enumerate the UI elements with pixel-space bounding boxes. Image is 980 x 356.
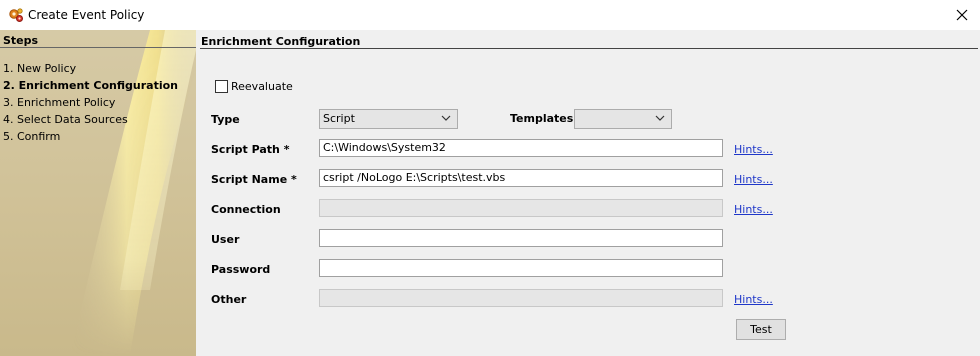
step-confirm: 5. Confirm xyxy=(3,130,61,143)
type-select-value: Script xyxy=(323,112,355,125)
connection-label: Connection xyxy=(211,203,281,216)
script-path-input[interactable]: C:\Windows\System32 xyxy=(319,139,723,157)
steps-divider xyxy=(0,47,196,48)
step-enrichment-policy: 3. Enrichment Policy xyxy=(3,96,116,109)
step-enrichment-configuration: 2. Enrichment Configuration xyxy=(3,79,178,92)
close-button[interactable] xyxy=(950,3,974,27)
step-new-policy: 1. New Policy xyxy=(3,62,77,75)
script-name-hints-link[interactable]: Hints... xyxy=(734,173,773,186)
script-name-label: Script Name * xyxy=(211,173,297,186)
reevaluate-checkbox[interactable] xyxy=(215,80,228,93)
connection-input xyxy=(319,199,723,217)
script-name-input[interactable]: csript /NoLogo E:\Scripts\test.vbs xyxy=(319,169,723,187)
gear-cluster-icon xyxy=(8,7,24,23)
script-path-hints-link[interactable]: Hints... xyxy=(734,143,773,156)
chevron-down-icon xyxy=(441,115,451,121)
type-label: Type xyxy=(211,113,240,126)
close-icon xyxy=(956,9,968,21)
steps-sidebar: Steps 1. New Policy 2. Enrichment Config… xyxy=(0,30,196,356)
user-input[interactable] xyxy=(319,229,723,247)
enrichment-configuration-panel: Enrichment Configuration Reevaluate Type… xyxy=(196,30,980,356)
other-input xyxy=(319,289,723,307)
steps-header: Steps xyxy=(3,34,39,47)
password-input[interactable] xyxy=(319,259,723,277)
test-button[interactable]: Test xyxy=(736,319,786,340)
window-title: Create Event Policy xyxy=(28,8,145,22)
type-select[interactable]: Script xyxy=(319,109,458,129)
password-label: Password xyxy=(211,263,271,276)
step-select-data-sources: 4. Select Data Sources xyxy=(3,113,128,126)
user-label: User xyxy=(211,233,240,246)
templates-select[interactable] xyxy=(574,109,672,129)
title-bar: Create Event Policy xyxy=(0,0,980,30)
other-label: Other xyxy=(211,293,247,306)
section-divider xyxy=(200,48,978,49)
connection-hints-link[interactable]: Hints... xyxy=(734,203,773,216)
templates-label: Templates xyxy=(510,112,574,125)
section-title: Enrichment Configuration xyxy=(201,35,361,48)
chevron-down-icon xyxy=(655,115,665,121)
script-path-label: Script Path * xyxy=(211,143,290,156)
reevaluate-label: Reevaluate xyxy=(231,80,293,93)
other-hints-link[interactable]: Hints... xyxy=(734,293,773,306)
